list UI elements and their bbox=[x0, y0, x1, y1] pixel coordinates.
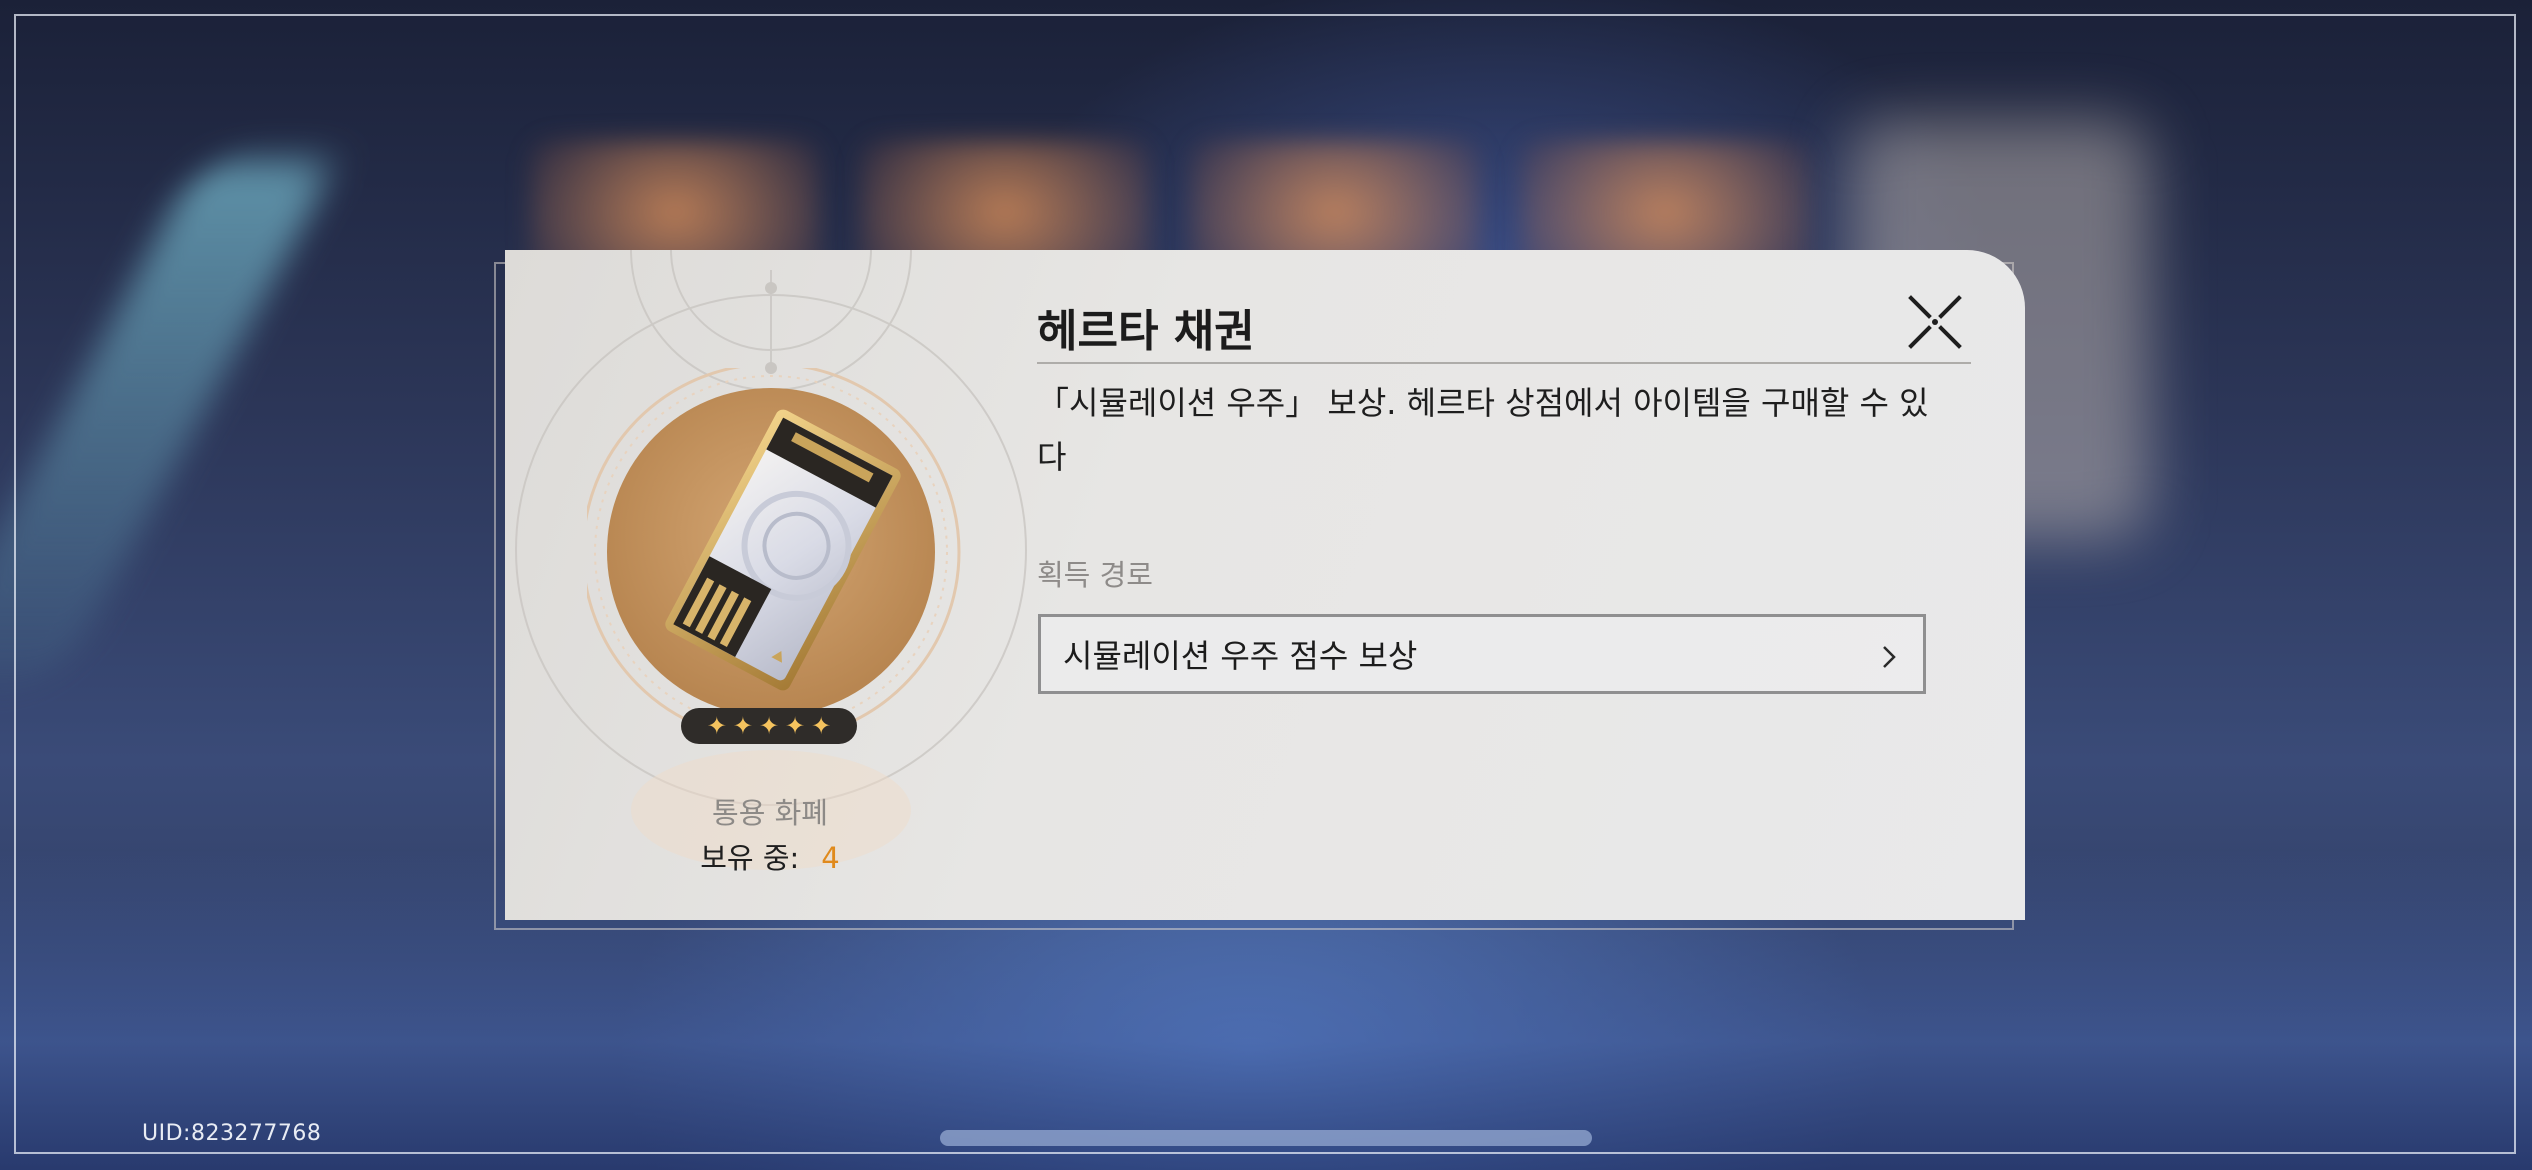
home-indicator-bar[interactable] bbox=[940, 1130, 1592, 1146]
acquisition-source-label: 시뮬레이션 우주 점수 보상 bbox=[1063, 637, 1418, 675]
rarity-stars: ✦ ✦ ✦ ✦ ✦ bbox=[681, 708, 857, 744]
star-icon: ✦ bbox=[706, 712, 727, 740]
owned-count: 4 bbox=[821, 841, 840, 875]
item-category: 통용 화폐 bbox=[712, 796, 828, 830]
acquisition-source-button[interactable]: 시뮬레이션 우주 점수 보상 bbox=[1038, 614, 1926, 694]
acquisition-label: 획득 경로 bbox=[1037, 558, 1153, 592]
owned-label: 보유 중: bbox=[700, 841, 800, 875]
herta-bond-item-icon bbox=[587, 368, 961, 742]
item-description: 「시뮬레이션 우주」 보상. 헤르타 상점에서 아이템을 구매할 수 있다 bbox=[1037, 384, 1929, 476]
star-icon: ✦ bbox=[811, 712, 832, 740]
item-title: 헤르타 채권 bbox=[1037, 306, 1255, 357]
close-x-icon[interactable] bbox=[1907, 294, 1963, 350]
chevron-right-icon bbox=[1883, 646, 1896, 668]
item-detail-dialog: ✦ ✦ ✦ ✦ ✦ 통용 화폐 보유 중: 4 헤르타 채권 「시뮬레이션 우주」… bbox=[505, 250, 2025, 920]
star-icon: ✦ bbox=[785, 712, 806, 740]
star-icon: ✦ bbox=[758, 712, 780, 740]
star-icon: ✦ bbox=[732, 712, 753, 740]
owned-count-row: 보유 중: 4 bbox=[505, 835, 1035, 877]
title-divider bbox=[1037, 362, 1971, 364]
uid-label: UID:823277768 bbox=[142, 1121, 322, 1146]
